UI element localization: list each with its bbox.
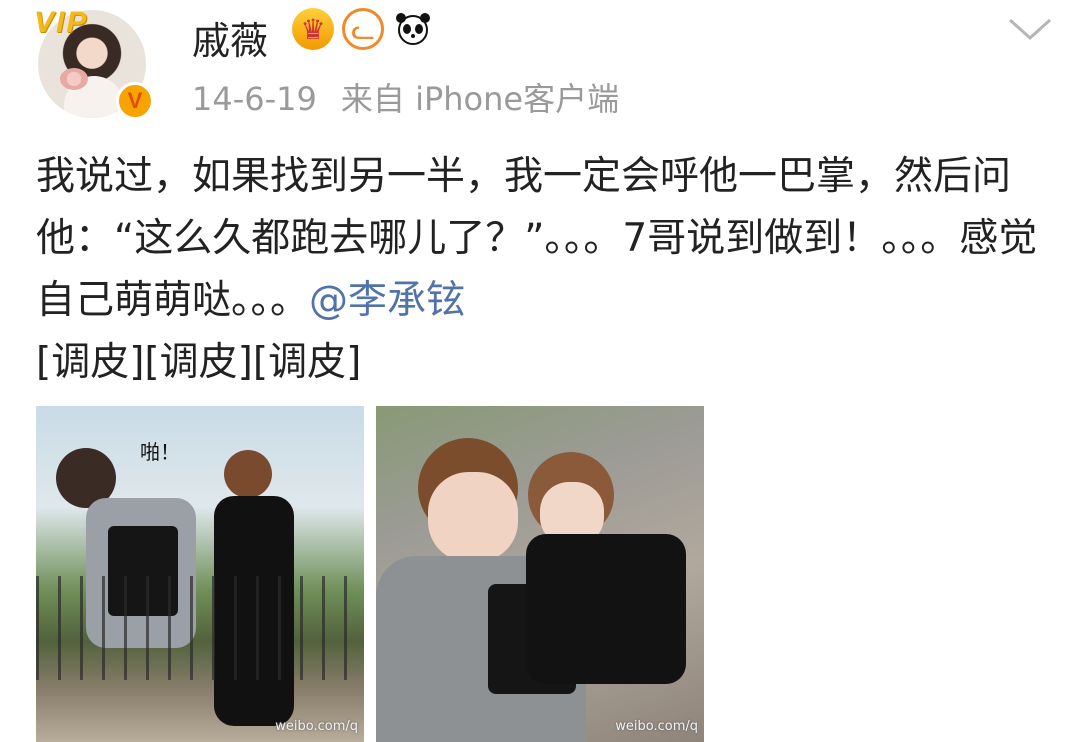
post-image-1[interactable]: 啪！ weibo.com/q [36,406,364,742]
emoji-text: [调皮][调皮][调皮] [36,340,362,385]
image-watermark: weibo.com/q [615,719,698,734]
post-image-2[interactable]: weibo.com/q [376,406,704,742]
post-meta: 14-6-19 来自 iPhone客户端 [192,74,619,120]
avatar[interactable]: VIP V [34,6,154,120]
flower-bouquet [60,68,88,90]
verified-icon: V [116,82,154,120]
username[interactable]: 戚薇 [192,10,268,65]
person-figure [224,450,272,498]
post-body: 我说过，如果找到另一半，我一定会呼他一巴掌，然后问他：“这么久都跑去哪儿了？”。… [36,146,1046,394]
person-figure [526,534,686,684]
post-date: 14-6-19 [192,80,317,118]
cat-badge-icon[interactable]: ᓚ [342,8,384,50]
image-caption: 啪！ [140,440,180,464]
mention-link[interactable]: @李承铉 [309,278,465,323]
vip-icon: VIP [34,6,89,39]
chevron-down-icon[interactable] [1008,18,1052,42]
crown-badge-icon[interactable]: ♛ [292,8,334,50]
person-figure [428,472,518,562]
panda-badge-icon[interactable] [392,8,434,50]
image-watermark: weibo.com/q [275,719,358,734]
railing [36,576,364,680]
post-text: 我说过，如果找到另一半，我一定会呼他一巴掌，然后问他：“这么久都跑去哪儿了？”。… [36,154,1038,323]
user-badges: ♛ ᓚ [292,8,434,50]
post-source[interactable]: 来自 iPhone客户端 [341,80,619,118]
